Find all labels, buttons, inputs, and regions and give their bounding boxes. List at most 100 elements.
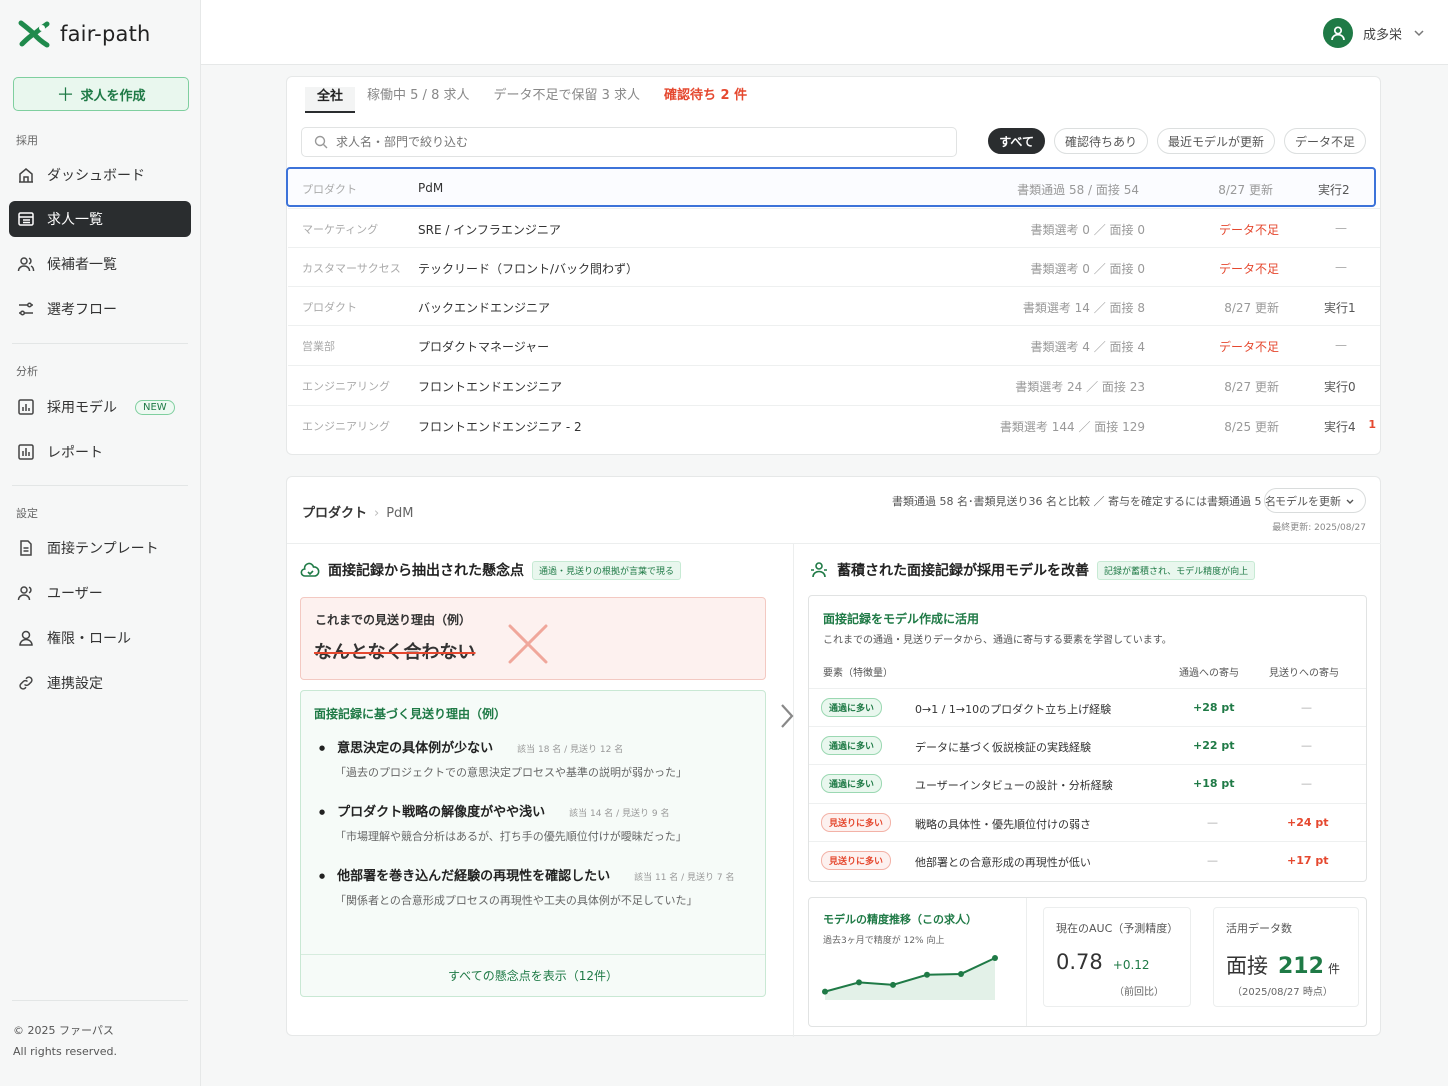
job-updated: 8/27 更新 [1218, 183, 1273, 197]
user-avatar-icon [1331, 26, 1345, 41]
sidebar-item-dashboard[interactable]: ダッシュボード [9, 157, 191, 193]
filter-chips: すべて 確認待ちあり 最近モデルが更新 データ不足 [988, 128, 1366, 154]
sidebar-item-users[interactable]: ユーザー [9, 575, 191, 611]
job-dept: エンジニアリング [302, 380, 390, 393]
job-search[interactable] [301, 127, 957, 157]
plus-icon: ＋ [56, 85, 75, 106]
tab-all[interactable]: 全社 [305, 87, 356, 113]
feature-reject-value: — [1301, 739, 1312, 752]
cross-icon [508, 624, 548, 664]
feature-label: ユーザーインタビューの設計・分析経験 [915, 779, 1113, 792]
trend-point [890, 981, 896, 988]
feature-table: 面接記録をモデル作成に活用 これまでの通過・見送りデータから、通過に寄与する要素… [808, 595, 1367, 882]
reason-title: 他部署を巻き込んだ経験の再現性を確認したい [337, 869, 611, 884]
old-reason-box: これまでの見送り理由（例） なんとなく合わない [300, 597, 766, 680]
sidebar-item-model[interactable]: 採用モデル NEW [9, 389, 191, 425]
job-stats: 書類選考 14 ／ 面接 8 [1022, 301, 1145, 315]
jobs-card: 全社 稼働中 5 / 8 求人 データ不足で保留 3 求人 確認待ち 2 件 す… [286, 76, 1381, 455]
model-improve-icon [811, 562, 827, 578]
feature-pass-value: +18 pt [1193, 777, 1235, 790]
users-icon [17, 257, 35, 272]
job-stats: 書類選考 4 ／ 面接 4 [1030, 340, 1145, 354]
auc-footnote: （前回比） [1114, 987, 1164, 998]
sidebar-item-flow[interactable]: 選考フロー [9, 291, 191, 327]
job-stats: 書類通過 58 / 面接 54 [1017, 183, 1139, 197]
job-updated: 8/25 更新 [1224, 420, 1279, 434]
new-reasons-box: 面接記録に基づく見送り理由（例） 意思決定の具体例が少ない 該当 18 名 / 見… [300, 690, 766, 997]
feature-table-title: 面接記録をモデル作成に活用 [823, 612, 980, 626]
feature-pass-value: +22 pt [1193, 739, 1235, 752]
feature-pill: 通過に多い [821, 736, 883, 755]
topbar: 成多栄 [201, 0, 1448, 65]
job-updated: データ不足 [1218, 340, 1279, 354]
table-row[interactable]: プロダクト バックエンドエンジニア 書類選考 14 ／ 面接 8 8/27 更新… [288, 286, 1380, 326]
sidebar-item-label: 候補者一覧 [47, 257, 117, 273]
divider [12, 1000, 188, 1001]
sidebar-item-label: 求人一覧 [47, 212, 103, 228]
user-menu[interactable]: 成多栄 [1322, 18, 1426, 48]
table-row[interactable]: カスタマーサクセス テックリード（フロント/バック問わず） 書類選考 0 ／ 面… [288, 247, 1380, 287]
sidebar-item-jobs[interactable]: 求人一覧 [9, 201, 191, 237]
job-runs: 実行2 [1318, 183, 1350, 197]
search-input[interactable] [336, 135, 896, 149]
show-all-concerns-link[interactable]: すべての懸念点を表示（12件） [301, 954, 765, 996]
logo[interactable]: fair-path [18, 20, 151, 48]
table-row[interactable]: 営業部 プロダクトマネージャー 書類選考 4 ／ 面接 4 データ不足 — [288, 325, 1380, 365]
breadcrumb-parent[interactable]: プロダクト [302, 506, 367, 521]
job-stats: 書類選考 0 ／ 面接 0 [1030, 223, 1145, 237]
table-row[interactable]: エンジニアリング フロントエンドエンジニア - 2 書類選考 144 ／ 面接 … [288, 405, 1380, 445]
trend-sparkline [822, 955, 998, 1000]
auc-value: 0.78 [1056, 950, 1103, 974]
search-icon [314, 135, 328, 149]
sidebar-item-report[interactable]: レポート [9, 434, 191, 470]
create-job-button[interactable]: ＋ 求人を作成 [13, 77, 189, 111]
filter-recent-model[interactable]: 最近モデルが更新 [1156, 128, 1275, 154]
tab-pending[interactable]: 確認待ち 2 件 [652, 87, 759, 113]
tab-active[interactable]: 稼働中 5 / 8 求人 [355, 87, 481, 113]
data-count-label: 活用データ数 [1226, 922, 1292, 935]
job-dept: プロダクト [302, 183, 357, 196]
sidebar-item-roles[interactable]: 権限・ロール [9, 620, 191, 656]
trend-point [958, 970, 964, 977]
chevron-right-icon[interactable] [775, 701, 799, 731]
job-updated: 8/27 更新 [1224, 380, 1279, 394]
filter-pending[interactable]: 確認待ちあり [1053, 128, 1148, 154]
table-row[interactable]: マーケティング SRE / インフラエンジニア 書類選考 0 ／ 面接 0 デー… [288, 208, 1380, 248]
filter-insufficient[interactable]: データ不足 [1283, 128, 1366, 154]
old-reason-label: これまでの見送り理由（例） [315, 613, 472, 627]
create-job-label: 求人を作成 [80, 88, 146, 104]
breadcrumb: プロダクト › PdM [302, 502, 414, 521]
cloud-icon [300, 562, 320, 577]
sidebar-item-candidates[interactable]: 候補者一覧 [9, 246, 191, 282]
table-row[interactable]: エンジニアリング フロントエンドエンジニア 書類選考 24 ／ 面接 23 8/… [288, 365, 1380, 405]
reason-meta: 該当 14 名 / 見送り 9 名 [569, 809, 670, 819]
accuracy-trend: モデルの精度推移（この求人） 過去3ヶ月で精度が 12% 向上 [809, 898, 1027, 1026]
sidebar-item-label: 採用モデル [47, 400, 117, 416]
section-label-analysis: 分析 [16, 365, 38, 378]
detail-card: プロダクト › PdM 書類通過 58 名･書類見送り36 名と比較 ／ 寄与を確定… [286, 476, 1381, 1037]
job-title: フロントエンドエンジニア [418, 380, 563, 394]
sidebar-item-label: 面接テンプレート [47, 541, 159, 557]
job-stats: 書類選考 0 ／ 面接 0 [1030, 262, 1145, 276]
update-model-button[interactable]: モデルを更新 [1264, 488, 1366, 513]
sidebar-item-templates[interactable]: 面接テンプレート [9, 530, 191, 566]
sidebar: fair-path ＋ 求人を作成 採用 ダッシュボード 求人一覧 候補者一覧 … [0, 0, 201, 1086]
job-runs: — [1335, 260, 1347, 274]
section-label-settings: 設定 [16, 507, 38, 520]
comparison-summary: 書類通過 58 名･書類見送り36 名と比較 ／ 寄与を確定するには書類通過 5… [892, 495, 1276, 508]
model-tag: 記録が蓄積され、モデル精度が向上 [1097, 560, 1256, 580]
feature-pill: 通過に多い [821, 698, 883, 717]
pending-count-badge: 1 [1368, 418, 1376, 431]
trend-point [822, 988, 828, 995]
user-name: 成多栄 [1362, 27, 1402, 43]
tab-on-hold[interactable]: データ不足で保留 3 求人 [481, 87, 652, 113]
trend-point [992, 955, 998, 961]
link-icon [19, 676, 33, 690]
table-row[interactable]: プロダクト PdM 書類通過 58 / 面接 54 8/27 更新 実行2 [286, 167, 1376, 207]
filter-all[interactable]: すべて [988, 128, 1045, 154]
sidebar-item-integrations[interactable]: 連携設定 [9, 665, 191, 701]
sidebar-item-label: 選考フロー [47, 302, 117, 318]
sidebar-item-label: 連携設定 [47, 676, 103, 692]
old-reason-text: なんとなく合わない [314, 642, 476, 663]
job-stats: 書類選考 144 ／ 面接 129 [999, 420, 1145, 434]
